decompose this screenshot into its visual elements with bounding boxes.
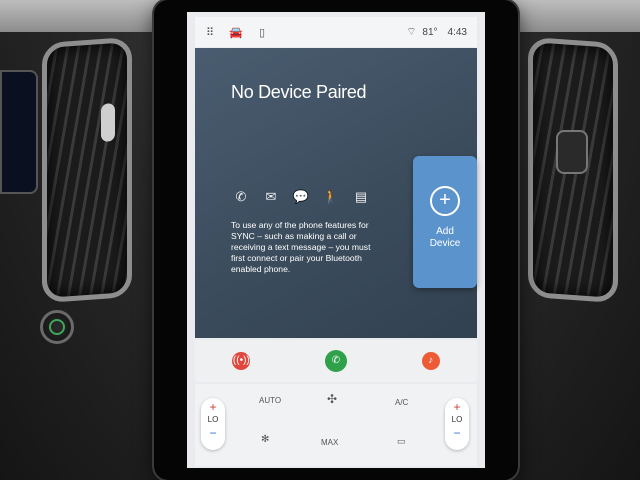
clock: 4:43 <box>447 26 467 38</box>
ac-button[interactable]: A/C <box>395 398 408 407</box>
climate-bar: + LO − AUTO ✣ A/C ✻ MAX ▭ + LO − <box>195 384 477 466</box>
mail-icon: ✉ <box>265 189 277 204</box>
vent-knob <box>101 103 115 143</box>
left-air-vent <box>42 36 132 304</box>
contacts-icon: ▤ <box>354 189 368 204</box>
music-icon[interactable]: ♪ <box>421 352 440 370</box>
auto-button[interactable]: AUTO <box>259 396 281 405</box>
pairing-instructions: To use any of the phone features for SYN… <box>231 220 371 274</box>
shortcut-bar: ((•)) ✆ ♪ <box>195 340 477 382</box>
passenger-temp-value: LO <box>451 415 463 424</box>
car-icon[interactable]: 🚘 <box>225 26 247 39</box>
outside-temperature: 81° <box>422 26 438 38</box>
add-device-label-line1: Add <box>436 226 454 237</box>
plus-icon: + <box>430 186 460 216</box>
phone-device-icon[interactable]: ▯ <box>251 26 273 39</box>
phone-icon: ✆ <box>235 189 247 204</box>
rear-defrost-icon[interactable]: ▭ <box>397 436 406 447</box>
fan-speed-icon[interactable]: ✻ <box>261 434 269 445</box>
temp-down-button[interactable]: − <box>201 426 225 440</box>
instrument-cluster-edge <box>0 70 38 194</box>
phone-shortcut-icon[interactable]: ✆ <box>324 350 347 372</box>
temp-up-button[interactable]: + <box>201 400 225 414</box>
temp-down-button[interactable]: − <box>445 426 469 440</box>
phone-panel: No Device Paired ✆ ✉ 💬 🚶 ▤ To use any of… <box>195 48 477 338</box>
phone-feature-icons: ✆ ✉ 💬 🚶 ▤ <box>231 189 371 207</box>
walking-icon: 🚶 <box>322 189 340 204</box>
no-signal-icon: ⌔ <box>406 26 417 38</box>
apps-icon[interactable]: ⠿ <box>199 26 221 39</box>
messages-icon: 💬 <box>292 189 310 204</box>
temp-up-button[interactable]: + <box>445 400 469 414</box>
add-device-label-line2: Device <box>429 238 461 249</box>
sync-touchscreen: ⠿ 🚘 ▯ ⌔ 81° 4:43 No Device Paired ✆ ✉ 💬 … <box>187 12 485 468</box>
radio-icon[interactable]: ((•)) <box>232 352 251 370</box>
max-defrost-button[interactable]: MAX <box>321 438 338 447</box>
driver-temp-value: LO <box>207 415 219 424</box>
engine-start-button <box>40 310 74 344</box>
page-title: No Device Paired <box>231 82 367 102</box>
fan-icon[interactable]: ✣ <box>327 392 337 406</box>
passenger-temp-control[interactable]: + LO − <box>445 398 469 450</box>
add-device-button[interactable]: + Add Device <box>413 156 477 288</box>
vent-control-knob <box>556 130 588 174</box>
status-bar: ⠿ 🚘 ▯ ⌔ 81° 4:43 <box>195 17 477 47</box>
driver-temp-control[interactable]: + LO − <box>201 398 225 450</box>
